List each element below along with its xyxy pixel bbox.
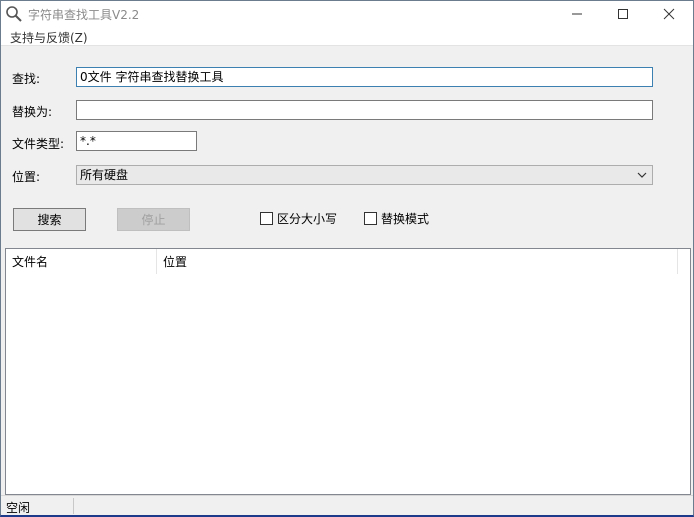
title-bar[interactable]: 字符串查找工具V2.2 <box>1 1 693 27</box>
search-button[interactable]: 搜索 <box>13 208 86 231</box>
results-header: 文件名 位置 <box>6 249 678 274</box>
stop-button[interactable]: 停止 <box>117 208 190 231</box>
column-header-filename[interactable]: 文件名 <box>6 249 157 274</box>
case-sensitive-label: 区分大小写 <box>277 211 338 226</box>
menu-support-feedback[interactable]: 支持与反馈(Z) <box>10 29 88 46</box>
filetype-label: 文件类型: <box>12 137 65 151</box>
column-header-location[interactable]: 位置 <box>157 249 678 274</box>
location-select[interactable]: 所有硬盘 <box>76 165 653 185</box>
case-sensitive-checkbox[interactable]: 区分大小写 <box>260 210 337 226</box>
close-icon <box>663 8 675 20</box>
minimize-icon <box>572 13 582 15</box>
results-list[interactable]: 文件名 位置 <box>5 248 691 495</box>
search-input[interactable]: 0文件 字符串查找替换工具 <box>76 67 653 87</box>
window-title: 字符串查找工具V2.2 <box>28 8 140 22</box>
menu-bar: 支持与反馈(Z) <box>1 27 693 46</box>
main-window: 字符串查找工具V2.2 支持与反馈(Z) 查找: 0文件 字符串查找替换工具 替… <box>0 0 694 517</box>
checkbox-box[interactable] <box>364 211 377 225</box>
maximize-icon <box>618 9 628 19</box>
replace-input[interactable] <box>76 100 653 120</box>
replace-mode-label: 替换模式 <box>381 211 430 226</box>
chevron-down-icon <box>635 168 649 182</box>
search-label: 查找: <box>12 72 41 86</box>
status-divider <box>73 498 74 514</box>
replace-label: 替换为: <box>12 105 53 119</box>
close-button[interactable] <box>646 1 692 27</box>
filetype-input[interactable]: *.* <box>76 131 197 151</box>
checkbox-box[interactable] <box>260 211 273 225</box>
location-label: 位置: <box>12 170 41 184</box>
maximize-button[interactable] <box>600 1 646 27</box>
location-select-value: 所有硬盘 <box>80 168 129 182</box>
minimize-button[interactable] <box>554 1 600 27</box>
status-text: 空闲 <box>6 501 31 515</box>
magnifier-icon <box>5 5 23 23</box>
status-bar: 空闲 <box>1 495 693 515</box>
replace-mode-checkbox[interactable]: 替换模式 <box>364 210 429 226</box>
